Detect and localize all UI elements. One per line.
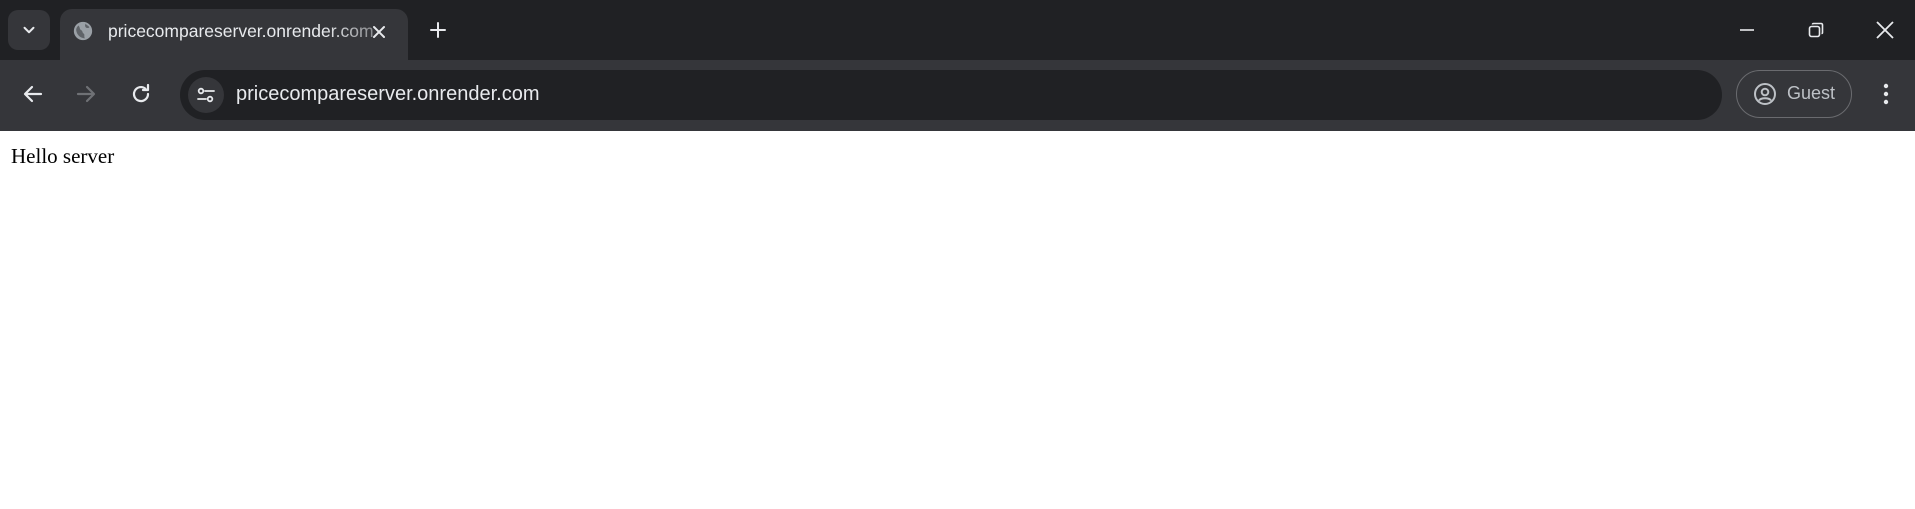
url-text[interactable]: pricecompareserver.onrender.com xyxy=(236,83,539,106)
more-vert-icon xyxy=(1883,83,1889,105)
tab-active[interactable]: pricecompareserver.onrender.com xyxy=(60,9,408,60)
menu-button[interactable] xyxy=(1872,76,1900,112)
profile-label: Guest xyxy=(1787,83,1836,103)
minimize-button[interactable] xyxy=(1727,10,1767,50)
page-content: Hello server xyxy=(0,131,1915,509)
arrow-left-icon xyxy=(23,85,43,103)
plus-icon xyxy=(430,22,446,38)
tab-search-button[interactable] xyxy=(8,10,50,50)
close-icon xyxy=(373,26,385,38)
back-button[interactable] xyxy=(15,76,51,112)
toolbar: pricecompareserver.onrender.com Guest xyxy=(0,60,1915,131)
address-bar[interactable]: pricecompareserver.onrender.com xyxy=(180,70,1722,120)
close-icon xyxy=(1876,21,1894,39)
tab-strip: pricecompareserver.onrender.com xyxy=(0,0,1915,60)
minimize-icon xyxy=(1740,29,1754,31)
profile-button[interactable]: Guest xyxy=(1736,70,1852,118)
account-circle-icon xyxy=(1754,83,1776,105)
globe-icon xyxy=(73,21,93,41)
window-close-button[interactable] xyxy=(1865,10,1905,50)
tune-icon xyxy=(197,87,215,103)
reload-icon xyxy=(132,83,150,103)
reload-button[interactable] xyxy=(123,76,159,112)
new-tab-button[interactable] xyxy=(422,14,454,46)
chevron-down-icon xyxy=(23,26,35,34)
browser-window: pricecompareserver.onrender.com pricecom… xyxy=(0,0,1915,509)
restore-icon xyxy=(1808,22,1824,38)
forward-button[interactable] xyxy=(68,76,104,112)
arrow-right-icon xyxy=(76,85,96,103)
page-body-text: Hello server xyxy=(11,144,115,168)
site-info-button[interactable] xyxy=(188,77,224,113)
tab-close-button[interactable] xyxy=(367,20,391,44)
restore-button[interactable] xyxy=(1796,10,1836,50)
